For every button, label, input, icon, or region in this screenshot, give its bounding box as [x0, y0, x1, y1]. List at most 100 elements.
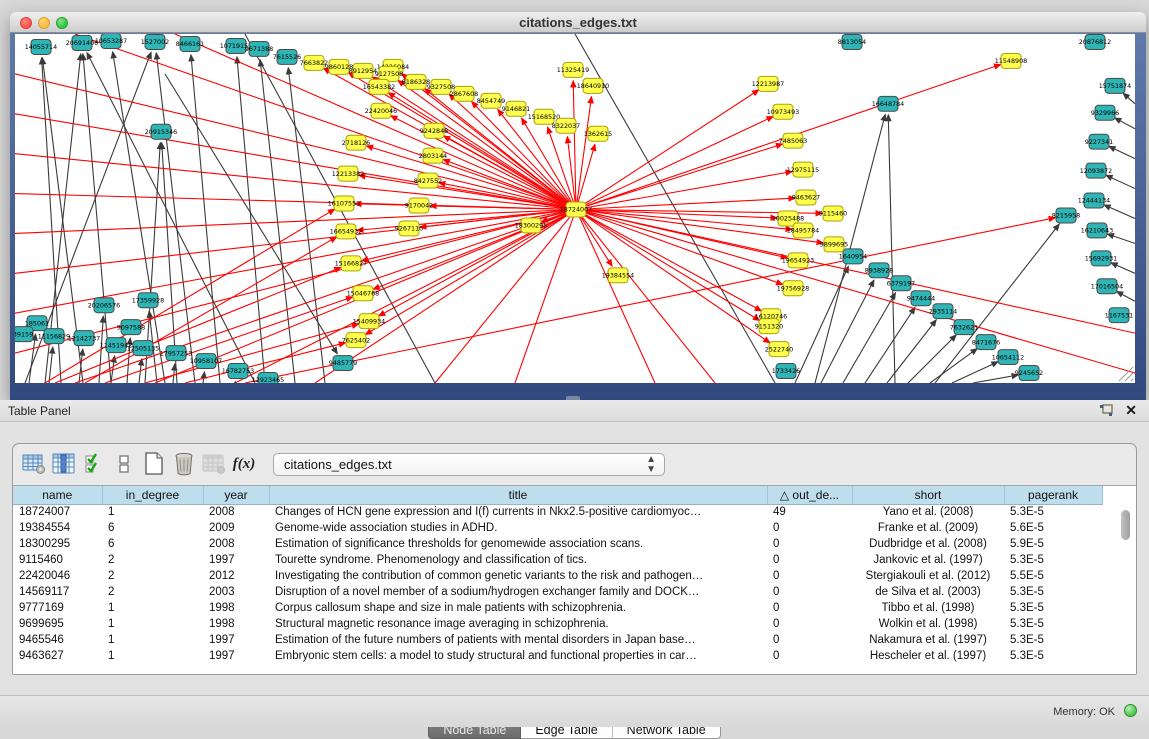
- network-node[interactable]: 11325419: [557, 62, 589, 77]
- network-node[interactable]: 15409934: [353, 314, 385, 329]
- network-node[interactable]: 8471676: [972, 335, 1000, 350]
- network-node[interactable]: 20691406: [66, 35, 98, 50]
- network-node[interactable]: 8813054: [838, 34, 866, 49]
- network-node[interactable]: 1167531: [1105, 308, 1133, 323]
- network-node[interactable]: 39159: [15, 327, 33, 342]
- network-node[interactable]: 15046768: [347, 286, 379, 301]
- network-node[interactable]: 12923465: [252, 373, 284, 383]
- network-node[interactable]: 17016504: [1091, 279, 1123, 294]
- table-row[interactable]: 1456911722003Disruption of a novel membe…: [13, 584, 1102, 600]
- table-row[interactable]: 977716911998Corpus callosum shape and si…: [13, 600, 1102, 616]
- scrollbar-thumb[interactable]: [1121, 510, 1130, 540]
- new-table-button[interactable]: [141, 451, 167, 477]
- table-row[interactable]: 911546021997Tourette syndrome. Phenomeno…: [13, 552, 1102, 568]
- network-node[interactable]: 17957253: [160, 346, 192, 361]
- network-node[interactable]: 10653287: [95, 34, 127, 48]
- network-node[interactable]: 20206576: [88, 298, 120, 313]
- float-panel-icon[interactable]: [1099, 404, 1113, 417]
- table-row[interactable]: 946554611997Estimation of the future num…: [13, 632, 1102, 648]
- network-node[interactable]: 9474444: [907, 291, 935, 306]
- network-node[interactable]: 7632621: [950, 320, 978, 335]
- network-node[interactable]: 9267110: [395, 221, 423, 236]
- delete-table-button[interactable]: [171, 451, 197, 477]
- citation-edge[interactable]: [1109, 146, 1135, 158]
- network-node[interactable]: 15166827: [335, 256, 367, 271]
- column-header-short[interactable]: short: [852, 486, 1004, 504]
- table-row[interactable]: 1938455462009Genome-wide association stu…: [13, 520, 1102, 536]
- network-node[interactable]: 9242848: [420, 123, 448, 138]
- network-node[interactable]: 6379197: [887, 276, 915, 291]
- column-header-year[interactable]: year: [203, 486, 269, 504]
- network-node[interactable]: 9899695: [820, 237, 848, 252]
- citation-edge[interactable]: [173, 364, 175, 383]
- network-node[interactable]: 9245652: [1015, 366, 1043, 381]
- network-node[interactable]: 11548908: [995, 53, 1027, 68]
- citation-edge[interactable]: [49, 347, 53, 383]
- network-canvas-svg[interactable]: 1405571420691406106532871527002846616110…: [15, 34, 1135, 383]
- network-node[interactable]: 16107553: [328, 196, 360, 211]
- citation-edge-selected[interactable]: [576, 90, 759, 210]
- network-node[interactable]: 2935114: [929, 304, 957, 319]
- citation-edge[interactable]: [1106, 175, 1135, 188]
- select-column-button[interactable]: [51, 451, 77, 477]
- network-node[interactable]: 8215958: [1052, 208, 1080, 223]
- network-node[interactable]: 19384554: [602, 268, 634, 283]
- network-node[interactable]: 2867608: [450, 86, 478, 101]
- citation-edge-selected[interactable]: [15, 209, 576, 353]
- table-row[interactable]: 2242004622012Investigating the contribut…: [13, 568, 1102, 584]
- network-node[interactable]: 2718126: [342, 135, 370, 150]
- table-row[interactable]: 969969511998Structural magnetic resonanc…: [13, 616, 1102, 632]
- network-node[interactable]: 20876812: [1079, 34, 1111, 49]
- citation-edge-selected[interactable]: [576, 144, 595, 209]
- close-panel-icon[interactable]: ✕: [1125, 402, 1137, 419]
- citation-edge-selected[interactable]: [435, 209, 576, 383]
- show-columns-button[interactable]: [81, 451, 107, 477]
- table-row[interactable]: 1830029562008Estimation of significance …: [13, 536, 1102, 552]
- import-table-disabled-button[interactable]: [201, 451, 227, 477]
- network-node[interactable]: 9671388: [245, 41, 273, 56]
- column-header-name[interactable]: name: [13, 486, 102, 504]
- network-node[interactable]: 12975115: [787, 162, 819, 177]
- citation-edge-selected[interactable]: [175, 34, 576, 209]
- column-header-in_degree[interactable]: in_degree: [102, 486, 203, 504]
- citation-edge-selected[interactable]: [576, 209, 760, 320]
- vertical-scrollbar[interactable]: [1120, 508, 1133, 668]
- citation-edge[interactable]: [1115, 118, 1135, 129]
- network-node[interactable]: 9097588: [117, 320, 145, 335]
- network-node[interactable]: 9115460: [819, 206, 847, 221]
- network-node[interactable]: 17359928: [132, 293, 164, 308]
- column-header-pagerank[interactable]: pagerank: [1004, 486, 1102, 504]
- citation-edge[interactable]: [1107, 234, 1135, 243]
- window-titlebar[interactable]: citations_edges.txt: [10, 12, 1146, 33]
- citation-edge[interactable]: [843, 293, 895, 383]
- network-node[interactable]: 9146821: [502, 101, 530, 116]
- network-node[interactable]: 1527002: [141, 34, 169, 49]
- network-node[interactable]: 12213987: [752, 76, 784, 91]
- citation-edge[interactable]: [1123, 93, 1135, 104]
- citation-edge-selected[interactable]: [576, 97, 592, 210]
- network-node[interactable]: 8322037: [552, 118, 580, 133]
- network-node[interactable]: 19756928: [777, 281, 809, 296]
- citation-edge[interactable]: [908, 335, 956, 383]
- network-node[interactable]: 1733426: [772, 364, 800, 379]
- citation-edge[interactable]: [237, 57, 265, 383]
- citation-edge[interactable]: [156, 53, 195, 383]
- citation-edge[interactable]: [203, 372, 205, 383]
- network-node[interactable]: 19654923: [782, 253, 814, 268]
- table-selector-dropdown[interactable]: citations_edges.txt▲▼: [273, 453, 665, 476]
- network-node[interactable]: 8466161: [176, 36, 204, 51]
- citation-edge[interactable]: [865, 307, 915, 383]
- citation-edge-selected[interactable]: [576, 209, 655, 383]
- function-builder-button[interactable]: f(x): [231, 451, 257, 477]
- network-node[interactable]: 7615526: [273, 49, 301, 64]
- network-node[interactable]: 9151320: [755, 319, 783, 334]
- network-node[interactable]: 7625402: [342, 333, 370, 348]
- citation-edge[interactable]: [1117, 291, 1135, 301]
- network-node[interactable]: 8427552: [414, 173, 442, 188]
- network-node[interactable]: 9329966: [1091, 105, 1119, 120]
- citation-edge-selected[interactable]: [576, 144, 783, 209]
- network-node[interactable]: 16210643: [1081, 223, 1113, 238]
- citation-edge[interactable]: [1111, 263, 1135, 274]
- network-node[interactable]: 2803144: [419, 148, 447, 163]
- network-node[interactable]: 9463627: [792, 190, 820, 205]
